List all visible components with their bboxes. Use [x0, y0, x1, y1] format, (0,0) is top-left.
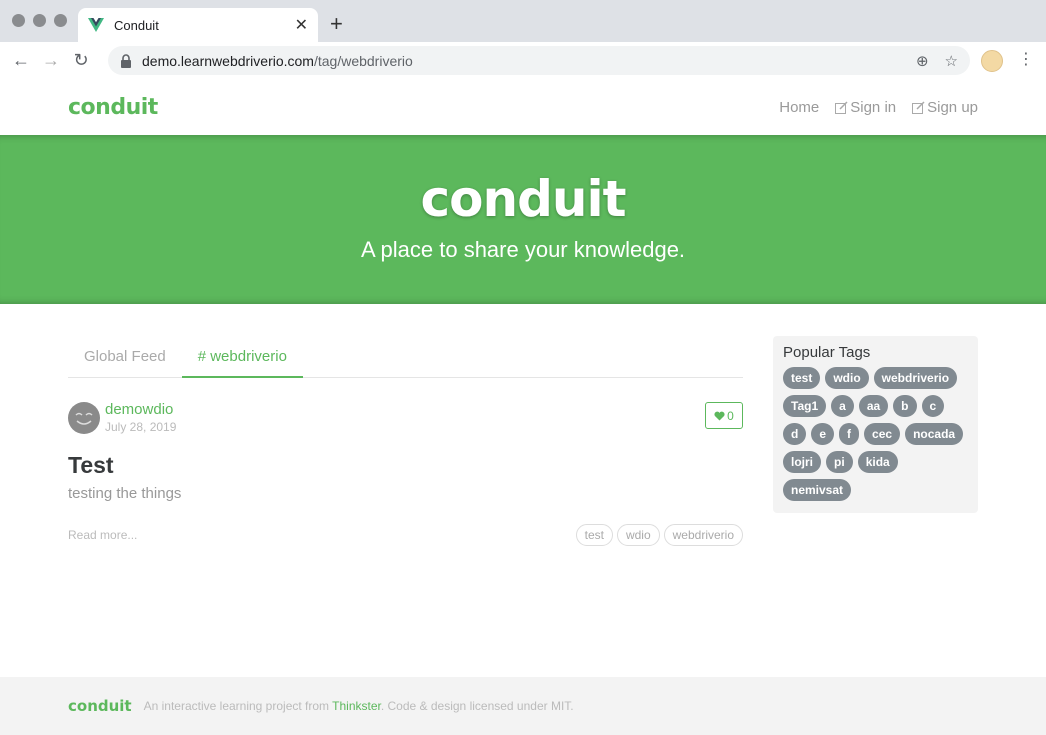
nav-sign-up-link[interactable]: Sign up: [912, 99, 978, 116]
add-icon[interactable]: ⊕: [916, 52, 929, 70]
url-host: demo.learnwebdriverio.com: [142, 52, 314, 69]
forward-arrow-icon[interactable]: →: [36, 50, 66, 71]
popular-tags-sidebar: Popular Tags test wdio webdriverio Tag1 …: [773, 336, 978, 513]
hero-banner: conduit A place to share your knowledge.: [0, 135, 1046, 304]
tag-pill[interactable]: b: [893, 395, 917, 417]
tag-pill[interactable]: nemivsat: [783, 479, 852, 501]
article-title[interactable]: Test: [68, 452, 743, 479]
maximize-window-button[interactable]: [54, 14, 67, 27]
url-path: /tag/webdriverio: [313, 52, 413, 69]
banner-subtitle: A place to share your knowledge.: [360, 237, 686, 262]
tag-pill[interactable]: a: [831, 395, 854, 417]
reload-icon[interactable]: ↻: [66, 50, 96, 71]
footer-text-after: . Code & design licensed under MIT.: [380, 699, 574, 713]
footer-attribution: An interactive learning project from Thi…: [144, 699, 574, 713]
address-bar[interactable]: demo.learnwebdriverio.com/tag/webdriveri…: [108, 46, 970, 75]
tab-webdriverio[interactable]: # webdriverio: [181, 336, 303, 378]
tag-pill[interactable]: webdriverio: [873, 367, 958, 389]
thinkster-link[interactable]: Thinkster: [332, 699, 381, 713]
article-tag[interactable]: wdio: [616, 524, 660, 546]
heart-icon: [714, 411, 725, 421]
banner-title: conduit: [420, 170, 626, 228]
nav-home-label: Home: [779, 99, 820, 116]
edit-icon: [912, 101, 925, 114]
tag-pill[interactable]: kida: [857, 451, 898, 473]
article-meta: demowdio July 28, 2019: [68, 402, 743, 434]
footer-text-before: An interactive learning project from: [143, 699, 333, 713]
favorite-button[interactable]: 0: [705, 402, 743, 429]
tab-title: Conduit: [114, 17, 159, 33]
vue-logo-icon: [88, 18, 104, 32]
tag-pill[interactable]: aa: [858, 395, 889, 417]
favorite-count: 0: [727, 408, 734, 423]
tag-pill[interactable]: c: [921, 395, 945, 417]
nav-sign-in-link[interactable]: Sign in: [835, 99, 896, 116]
article-tag-list: test wdio webdriverio: [575, 524, 743, 546]
site-footer: conduit An interactive learning project …: [0, 677, 1046, 735]
tag-pill[interactable]: d: [783, 423, 807, 445]
window-controls: [12, 14, 67, 27]
minimize-window-button[interactable]: [33, 14, 46, 27]
article-tag[interactable]: webdriverio: [663, 524, 743, 546]
new-tab-button[interactable]: +: [330, 13, 343, 35]
tag-pill[interactable]: lojri: [783, 451, 822, 473]
tag-pill[interactable]: wdio: [825, 367, 869, 389]
browser-tab[interactable]: Conduit ✕: [78, 8, 318, 42]
nav-sign-up-label: Sign up: [927, 99, 978, 116]
close-window-button[interactable]: [12, 14, 25, 27]
feed-tabs: Global Feed # webdriverio: [68, 336, 743, 378]
nav-links: Home Sign in Sign up: [779, 99, 978, 116]
article-tag[interactable]: test: [575, 524, 613, 546]
browser-menu-icon[interactable]: ⋮: [1018, 50, 1034, 70]
back-arrow-icon[interactable]: ←: [6, 50, 36, 71]
author-avatar[interactable]: [68, 402, 100, 434]
author-name[interactable]: demowdio: [105, 402, 176, 418]
article-description[interactable]: testing the things: [68, 485, 743, 502]
tag-cloud: test wdio webdriverio Tag1 a aa b c d e …: [783, 367, 968, 501]
article-feed: Global Feed # webdriverio demowdio July: [68, 336, 743, 546]
footer-logo[interactable]: conduit: [68, 697, 132, 715]
sidebar-heading: Popular Tags: [783, 344, 871, 361]
site-navbar: conduit Home Sign in Sign up: [0, 80, 1046, 135]
edit-icon: [835, 101, 848, 114]
tag-pill[interactable]: f: [839, 423, 860, 445]
tag-pill[interactable]: test: [783, 367, 821, 389]
article-footer: Read more... test wdio webdriverio: [68, 524, 743, 546]
browser-toolbar: ← → ↻ demo.learnwebdriverio.com/tag/webd…: [0, 42, 1046, 79]
lock-icon: [121, 53, 131, 68]
tag-pill[interactable]: Tag1: [783, 395, 827, 417]
brand-logo[interactable]: conduit: [68, 95, 158, 120]
tag-pill[interactable]: pi: [826, 451, 853, 473]
article-date: July 28, 2019: [105, 420, 177, 434]
page: conduit Home Sign in Sign up conduit A p…: [0, 80, 1046, 735]
tab-global-feed[interactable]: Global Feed: [68, 336, 182, 377]
profile-avatar[interactable]: [981, 50, 1003, 72]
article-preview: demowdio July 28, 2019 0 Test testing th…: [68, 378, 743, 546]
tag-pill[interactable]: nocada: [905, 423, 964, 445]
nav-sign-in-label: Sign in: [850, 99, 897, 116]
nav-home-link[interactable]: Home: [779, 99, 819, 116]
smiley-icon: [75, 412, 93, 425]
tag-pill[interactable]: cec: [864, 423, 901, 445]
tag-pill[interactable]: e: [811, 423, 835, 445]
bookmark-star-icon[interactable]: ☆: [945, 52, 958, 70]
author-info: demowdio July 28, 2019: [105, 402, 177, 435]
url-text: demo.learnwebdriverio.com/tag/webdriveri…: [142, 53, 900, 69]
read-more-link[interactable]: Read more...: [68, 528, 137, 542]
browser-chrome: Conduit ✕ + ← → ↻ demo.learnwebdriverio.…: [0, 0, 1046, 79]
close-tab-icon[interactable]: ✕: [295, 15, 308, 35]
